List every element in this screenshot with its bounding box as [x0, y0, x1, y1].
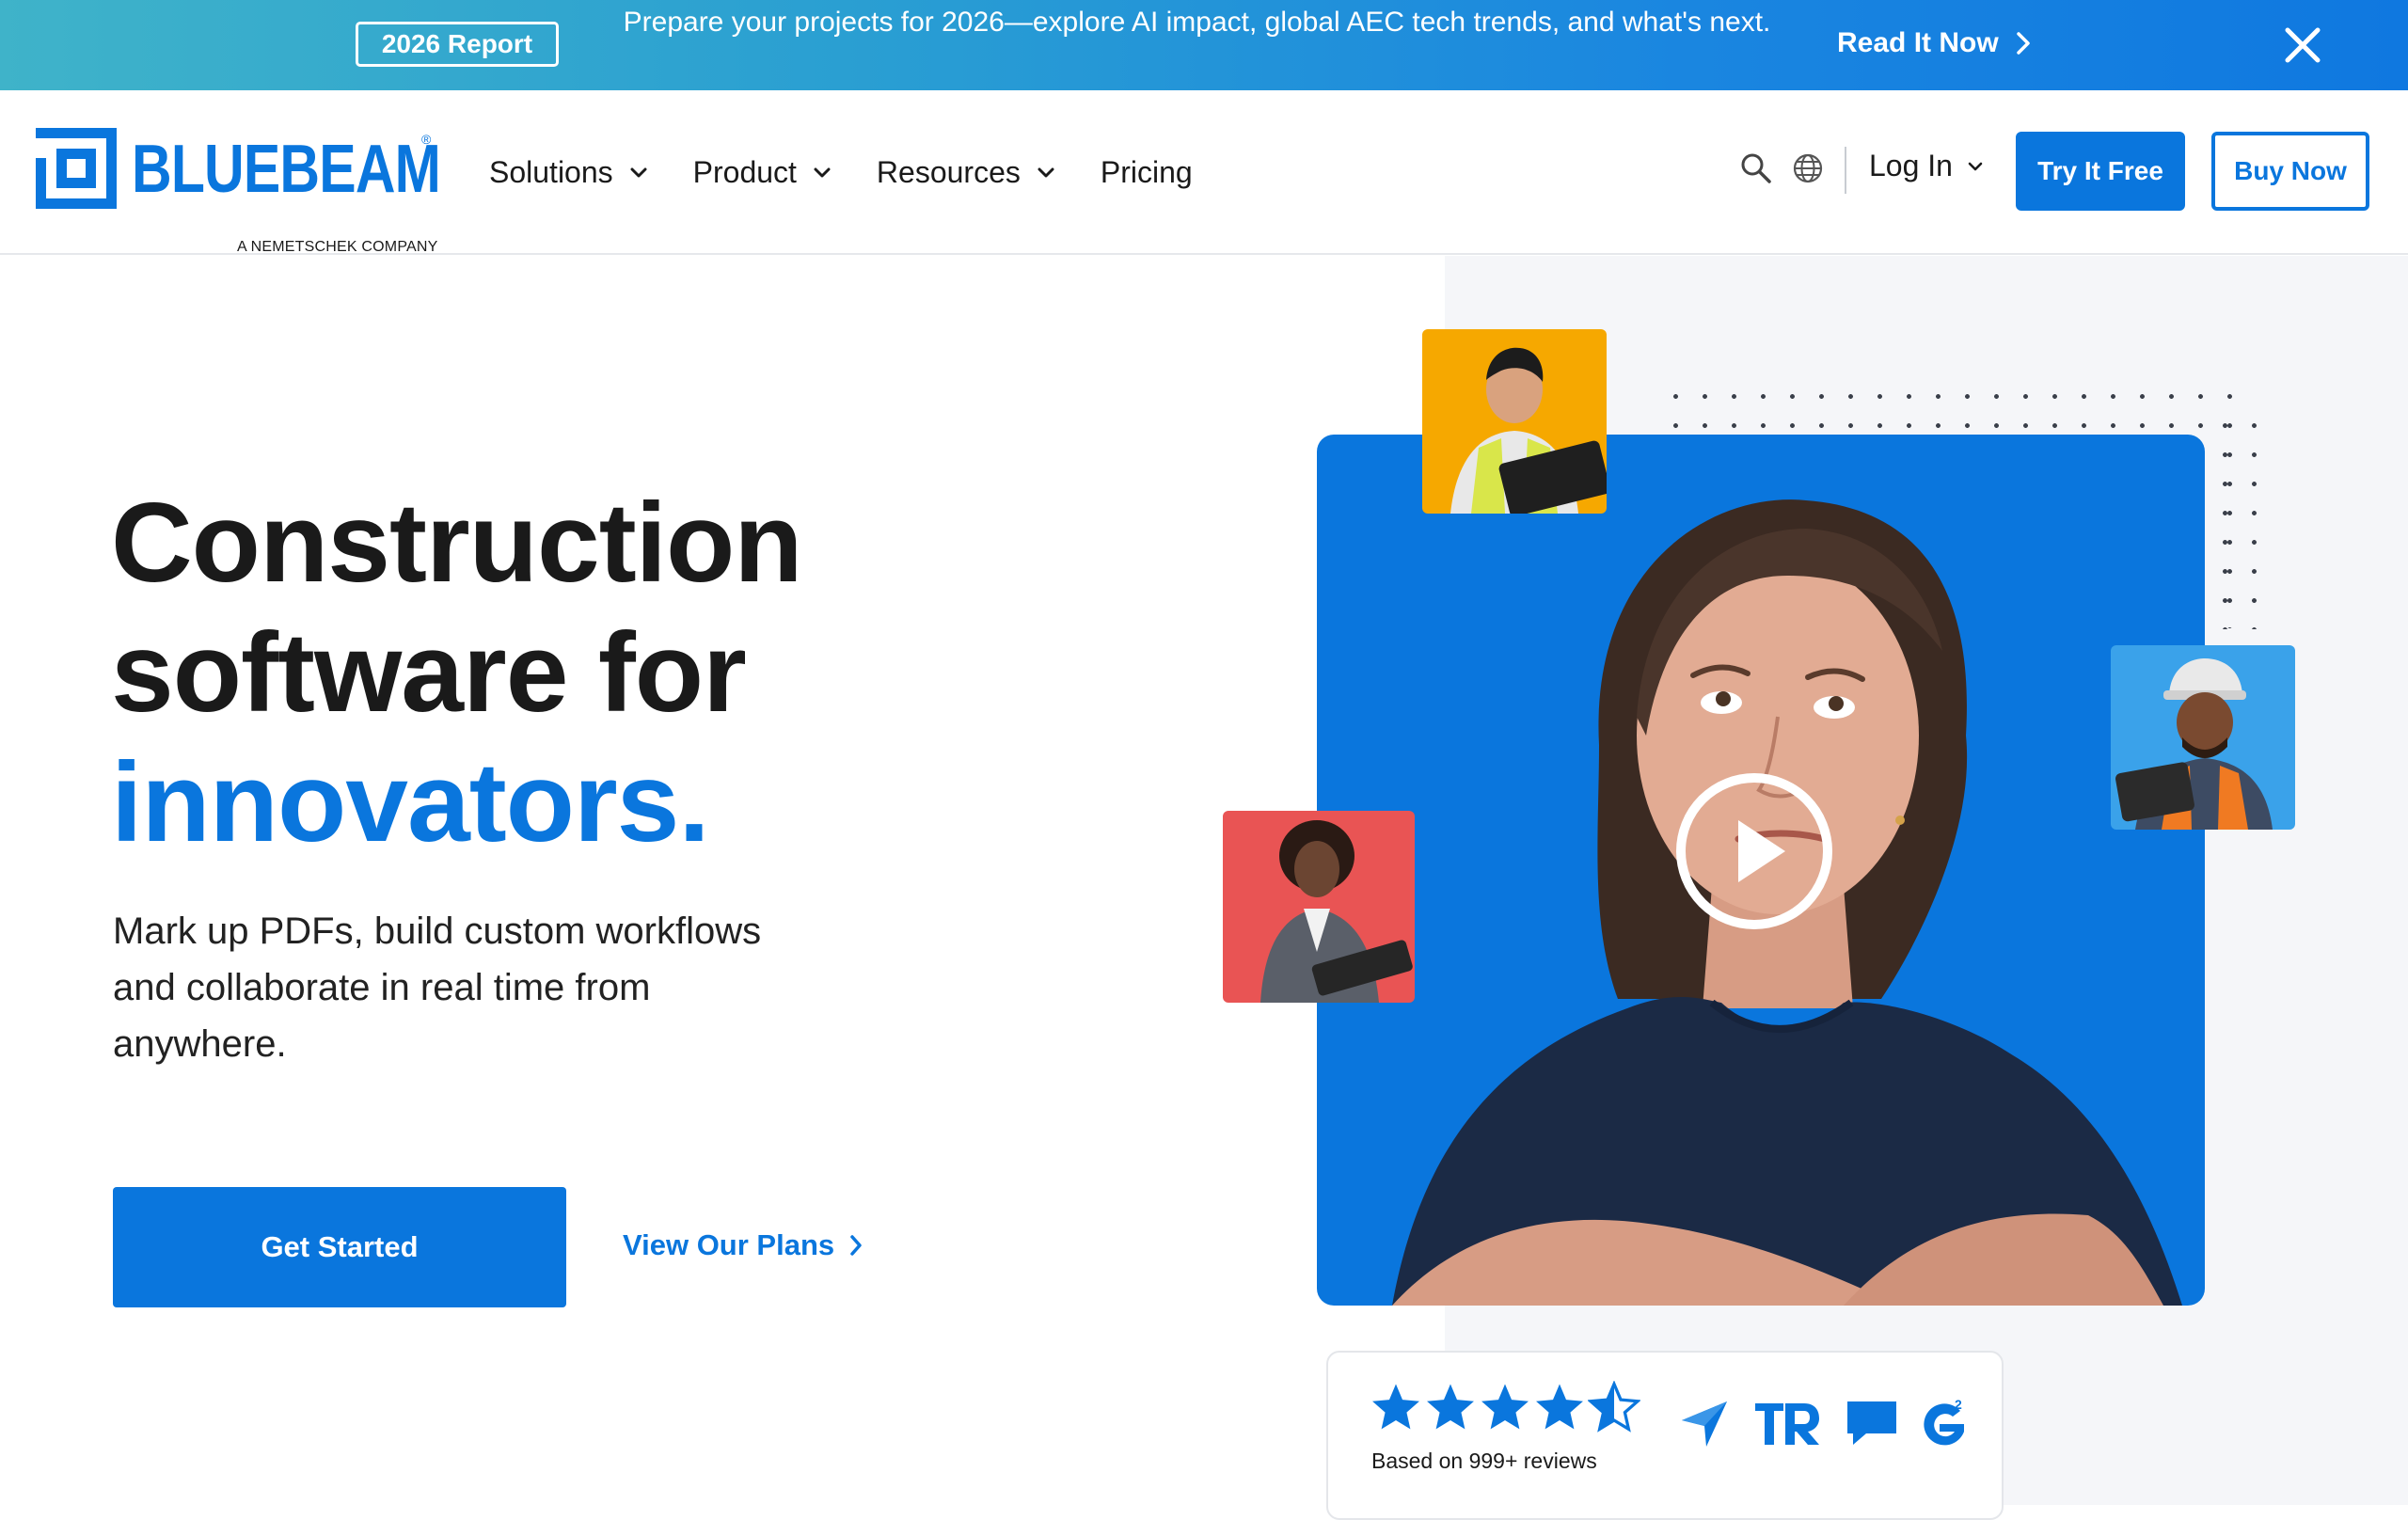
globe-icon[interactable] [1792, 152, 1824, 184]
logo-registered-mark: ® [421, 132, 432, 147]
logo-tagline: A NEMETSCHEK COMPANY [237, 239, 438, 255]
chevron-down-icon [1968, 162, 1983, 170]
chevron-right-icon [850, 1235, 862, 1256]
nav-solutions-label: Solutions [489, 155, 613, 189]
view-plans-link[interactable]: View Our Plans [623, 1228, 863, 1262]
view-plans-label: View Our Plans [623, 1228, 835, 1261]
header-divider [1845, 147, 1846, 194]
g2-icon[interactable]: 2 [1919, 1396, 1970, 1450]
star-icon [1481, 1384, 1529, 1430]
worker-with-tablet-image [1450, 347, 1607, 514]
get-started-button[interactable]: Get Started [113, 1187, 566, 1307]
reviews-count-text: Based on 999+ reviews [1371, 1449, 1597, 1473]
nav-product-label: Product [692, 155, 797, 189]
dot-pattern-column [2210, 411, 2269, 629]
logo-wordmark: BLUEBEAM [132, 132, 441, 207]
headline-line-2: software for [111, 610, 747, 736]
star-icon [1372, 1384, 1419, 1430]
nav-product[interactable]: Product [693, 155, 831, 190]
hero-subcopy: Mark up PDFs, build custom workflows and… [113, 910, 762, 1065]
nav-pricing[interactable]: Pricing [1101, 155, 1193, 190]
buy-now-button[interactable]: Buy Now [2211, 132, 2369, 211]
worker-tablet-thumbnail [1422, 329, 1607, 514]
login-menu[interactable]: Log In [1869, 149, 1983, 183]
announcement-bar: 2026 Report Prepare your projects for 20… [0, 0, 2408, 90]
main-nav: Solutions Product Resources Pricing [489, 90, 1239, 255]
engineer-with-hardhat-image [2115, 658, 2273, 830]
capterra-icon[interactable] [1680, 1396, 1729, 1450]
nav-resources[interactable]: Resources [877, 155, 1054, 190]
woman-with-tablet-image [1260, 820, 1413, 1003]
headline-accent: innovators. [111, 739, 710, 865]
site-header: BLUEBEAM ® A NEMETSCHEK COMPANY Solution… [0, 90, 2408, 255]
search-icon[interactable] [1740, 152, 1772, 184]
announcement-text: Prepare your projects for 2026—explore A… [623, 7, 1771, 38]
star-icon [1427, 1384, 1474, 1430]
logo-mark-icon [36, 128, 117, 209]
engineer-tablet-thumbnail [2111, 645, 2295, 830]
chevron-down-icon [630, 167, 647, 177]
star-rating [1370, 1381, 1642, 1437]
star-icon [1536, 1384, 1583, 1430]
read-it-now-label: Read It Now [1837, 27, 1999, 58]
headline-line-1: Construction [111, 480, 803, 606]
bluebeam-logo[interactable]: BLUEBEAM ® A NEMETSCHEK COMPANY [36, 128, 441, 255]
chevron-right-icon [2016, 32, 2030, 55]
nav-solutions[interactable]: Solutions [489, 155, 647, 190]
close-icon[interactable] [2282, 24, 2323, 66]
try-it-free-button[interactable]: Try It Free [2016, 132, 2185, 211]
reviews-card: Based on 999+ reviews 2 [1326, 1351, 2004, 1520]
login-label: Log In [1869, 149, 1953, 182]
svg-text:2: 2 [1955, 1397, 1962, 1412]
chevron-down-icon [814, 167, 831, 177]
play-icon[interactable] [1674, 771, 1834, 931]
woman-tablet-thumbnail [1223, 811, 1415, 1003]
nav-pricing-label: Pricing [1100, 155, 1193, 189]
hero-headline: Construction software for innovators. [111, 478, 803, 867]
software-advice-icon[interactable] [1844, 1396, 1900, 1450]
trustradius-icon[interactable] [1751, 1396, 1823, 1450]
nav-resources-label: Resources [876, 155, 1021, 189]
star-half-icon [1588, 1381, 1640, 1433]
read-it-now-link[interactable]: Read It Now [1837, 23, 2031, 64]
report-badge[interactable]: 2026 Report [356, 22, 559, 67]
chevron-down-icon [1038, 167, 1054, 177]
